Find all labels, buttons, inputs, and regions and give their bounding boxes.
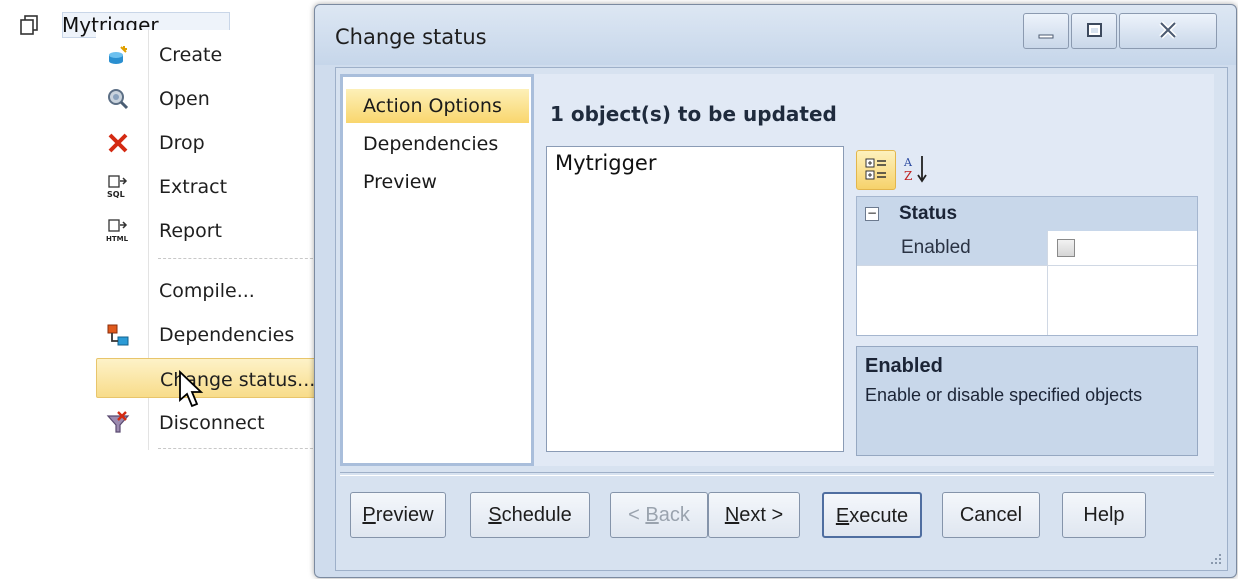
- button-bar-divider: [340, 472, 1214, 476]
- menu-separator: [158, 448, 318, 449]
- property-category-status[interactable]: − Status: [857, 197, 1197, 231]
- categorized-button[interactable]: [856, 150, 896, 190]
- open-icon: [108, 89, 129, 110]
- nav-item-label: Preview: [363, 171, 437, 193]
- minimize-icon: [1038, 34, 1054, 39]
- description-title: Enabled: [865, 355, 943, 377]
- mouse-cursor-icon: [179, 370, 204, 408]
- drop-icon: [108, 133, 128, 153]
- enabled-checkbox[interactable]: [1057, 239, 1075, 257]
- close-icon: [1159, 21, 1177, 39]
- menu-item-label: Compile...: [159, 280, 255, 302]
- menu-item-label: Open: [159, 88, 210, 110]
- close-button[interactable]: [1119, 13, 1217, 49]
- svg-text:HTML: HTML: [106, 235, 129, 243]
- trigger-object-icon: [20, 15, 38, 35]
- categorized-icon: [865, 158, 886, 180]
- preview-button[interactable]: Preview: [350, 492, 446, 538]
- property-name-cell: Enabled: [857, 231, 1047, 265]
- menu-item-open[interactable]: Open: [96, 78, 318, 118]
- svg-text:SQL: SQL: [107, 190, 125, 199]
- nav-item-label: Dependencies: [363, 133, 499, 155]
- menu-item-label: Disconnect: [159, 412, 265, 434]
- dialog-client-area: Action Options Dependencies Preview 1 ob…: [335, 67, 1228, 571]
- report-html-icon: HTML: [106, 219, 129, 243]
- object-list[interactable]: Mytrigger: [546, 146, 844, 452]
- resize-grip-icon[interactable]: [1207, 550, 1223, 566]
- next-button[interactable]: Next >: [708, 492, 800, 538]
- description-text: Enable or disable specified objects: [865, 385, 1143, 405]
- maximize-icon: [1087, 23, 1102, 37]
- dependencies-icon: [107, 324, 129, 346]
- dialog-title: Change status: [335, 25, 487, 49]
- schedule-button[interactable]: Schedule: [470, 492, 590, 538]
- property-name: Enabled: [901, 237, 971, 258]
- menu-item-dependencies[interactable]: Dependencies: [96, 314, 318, 354]
- back-button[interactable]: < Back: [610, 492, 708, 538]
- menu-item-label: Drop: [159, 132, 205, 154]
- objects-count-heading: 1 object(s) to be updated: [550, 102, 837, 126]
- nav-item-preview[interactable]: Preview: [346, 165, 529, 199]
- change-status-dialog: Change status Action Options Dependencie…: [314, 4, 1237, 578]
- collapse-toggle-icon[interactable]: −: [865, 207, 879, 221]
- menu-item-label: Extract: [159, 176, 228, 198]
- sort-az-icon: A Z: [903, 156, 927, 183]
- property-grid: − Status Enabled: [856, 196, 1198, 336]
- disconnect-icon: [106, 411, 130, 433]
- menu-item-extract[interactable]: SQL Extract: [96, 166, 318, 206]
- svg-text:Z: Z: [904, 169, 912, 183]
- action-options-panel: 1 object(s) to be updated Mytrigger A Z …: [534, 74, 1214, 466]
- minimize-button[interactable]: [1023, 13, 1069, 49]
- grid-divider: [857, 265, 1197, 266]
- cancel-button[interactable]: Cancel: [942, 492, 1040, 538]
- context-menu: Create Open Drop SQL Extract HTML Report: [96, 30, 318, 450]
- create-icon: [109, 46, 127, 64]
- nav-item-label: Action Options: [363, 95, 502, 117]
- menu-item-create[interactable]: Create: [96, 34, 318, 74]
- sort-alphabetical-button[interactable]: A Z: [898, 150, 938, 190]
- extract-sql-icon: SQL: [107, 175, 128, 199]
- help-button[interactable]: Help: [1062, 492, 1146, 538]
- options-navigation: Action Options Dependencies Preview: [340, 74, 534, 466]
- grid-divider: [1047, 231, 1048, 335]
- property-row-enabled[interactable]: Enabled: [857, 231, 1197, 265]
- menu-item-label: Create: [159, 44, 223, 66]
- dialog-titlebar[interactable]: Change status: [315, 5, 1236, 65]
- menu-item-drop[interactable]: Drop: [96, 122, 318, 162]
- menu-separator: [158, 258, 318, 259]
- property-description-panel: Enabled Enable or disable specified obje…: [856, 346, 1198, 456]
- maximize-button[interactable]: [1071, 13, 1117, 49]
- nav-item-action-options[interactable]: Action Options: [346, 89, 529, 123]
- execute-button[interactable]: Execute: [822, 492, 922, 538]
- nav-item-dependencies[interactable]: Dependencies: [346, 127, 529, 161]
- property-grid-toolbar: A Z: [856, 150, 966, 190]
- menu-item-change-status[interactable]: Change status...: [96, 358, 318, 398]
- list-item[interactable]: Mytrigger: [555, 151, 656, 175]
- menu-item-label: Report: [159, 220, 222, 242]
- menu-item-compile[interactable]: Compile...: [96, 270, 318, 310]
- menu-item-label: Dependencies: [159, 324, 295, 346]
- svg-text:A: A: [903, 156, 913, 169]
- category-label: Status: [899, 203, 958, 224]
- menu-item-disconnect[interactable]: Disconnect: [96, 402, 318, 442]
- menu-item-report[interactable]: HTML Report: [96, 210, 318, 250]
